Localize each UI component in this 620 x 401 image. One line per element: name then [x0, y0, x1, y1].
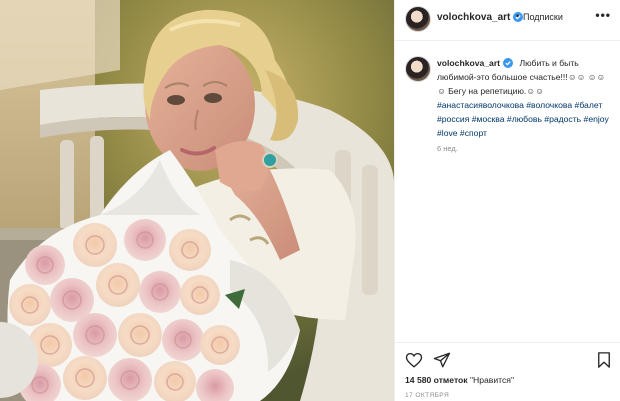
post-header: volochkova_art • Подписки ••• [395, 0, 620, 41]
post-sidebar: volochkova_art • Подписки ••• volochkova… [394, 0, 620, 401]
verified-badge-icon [503, 58, 514, 68]
action-bar [395, 342, 620, 373]
caption-hashtags[interactable]: #анастасияволочкова #волочкова #балет #р… [437, 100, 609, 138]
likes-label[interactable]: "Нравится" [470, 375, 514, 385]
caption-text: volochkova_art Любить и быть любимой-это… [437, 56, 613, 140]
likes-number[interactable]: 14 580 отметок [405, 375, 468, 385]
caption-avatar[interactable] [405, 56, 431, 82]
header-separator: • [516, 11, 520, 21]
likes-count[interactable]: 14 580 отметок "Нравится" [405, 375, 514, 385]
post-photo[interactable] [0, 0, 394, 401]
post-date: 17 ОКТЯБРЯ [405, 392, 450, 399]
instagram-post: volochkova_art • Подписки ••• volochkova… [0, 0, 620, 401]
following-button[interactable]: Подписки [523, 12, 563, 22]
caption-username[interactable]: volochkova_art [437, 58, 514, 68]
heart-icon[interactable] [405, 351, 423, 369]
paper-plane-icon[interactable] [433, 351, 451, 369]
photo-illustration [0, 0, 394, 401]
caption-timestamp: 6 нед. [437, 144, 458, 153]
header-username-text[interactable]: volochkova_art [437, 12, 510, 23]
caption-username-text[interactable]: volochkova_art [437, 58, 500, 68]
header-username[interactable]: volochkova_art [437, 12, 524, 23]
avatar[interactable] [405, 6, 431, 32]
bookmark-icon[interactable] [595, 351, 613, 369]
more-options-icon[interactable]: ••• [595, 9, 611, 21]
